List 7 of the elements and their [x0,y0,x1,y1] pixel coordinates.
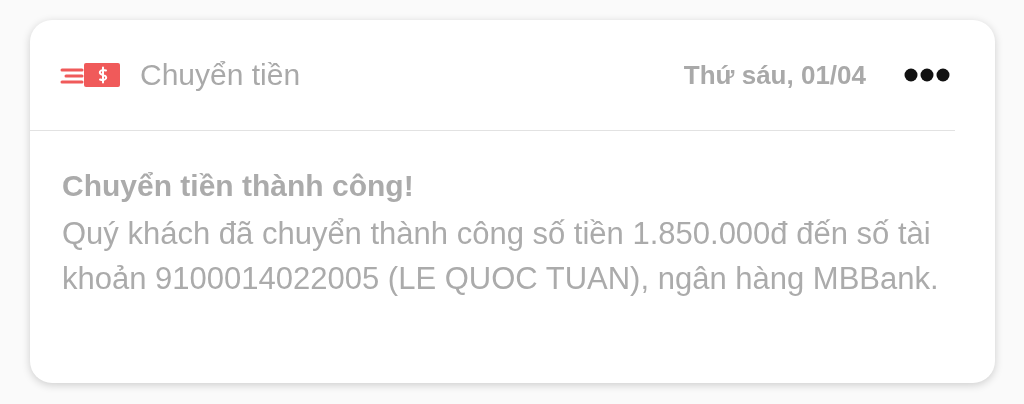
notification-date: Thứ sáu, 01/04 [683,59,866,91]
more-icon[interactable] [904,68,950,82]
app-name: Chuyển tiền [140,58,301,92]
notification-title: Chuyển tiền thành công! [62,169,415,203]
notification-message: Quý khách đã chuyển thành công số tiền 1.850.000đ đến số tài khoản 9100014022005 (LE QUOC TUAN), ngân hàng MBBank. [62,215,940,298]
notification-card[interactable]: Chuyển tiền Thứ sáu, 01/04 Chuyển tiền thành công! Quý khách đã chuyển thành công số tiền 1.850.000đ đến số tài khoản 9100014022005 (LE QUOC TUAN), ngân hàng MBBank. [30,20,995,383]
money-transfer-icon [60,61,122,89]
